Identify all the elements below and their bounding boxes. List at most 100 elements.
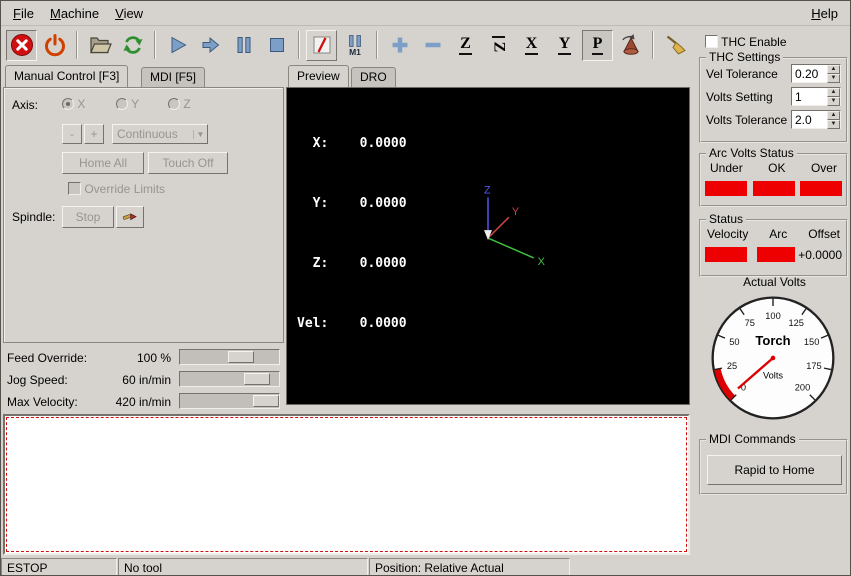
gauge-unit: Volts	[763, 370, 783, 380]
tab-preview[interactable]: Preview	[288, 65, 349, 87]
view-rotated-top-button[interactable]: Z	[483, 30, 514, 61]
spin-up-icon[interactable]: ▲	[827, 88, 840, 97]
toolbar-separator	[652, 31, 654, 59]
optional-stop-button[interactable]: M1	[339, 30, 370, 61]
ok-label: OK	[768, 161, 785, 175]
home-all-button[interactable]: Home All	[62, 152, 144, 174]
menu-view[interactable]: View	[107, 3, 151, 24]
reload-icon	[121, 33, 145, 57]
machine-power-button[interactable]	[39, 30, 70, 61]
zoom-out-button[interactable]	[417, 30, 448, 61]
gauge-title: Torch	[755, 333, 790, 348]
reload-button[interactable]	[117, 30, 148, 61]
jog-mode-value: Continuous	[113, 127, 193, 141]
open-file-button[interactable]	[84, 30, 115, 61]
spindle-label: Spindle:	[12, 210, 55, 224]
arc-volts-status-frame: Arc Volts Status Under OK Over	[699, 153, 848, 207]
view-side-icon: X	[525, 36, 539, 55]
application-window: File Machine View Help	[0, 0, 851, 576]
spin-down-icon[interactable]: ▼	[827, 74, 840, 83]
rotate-view-button[interactable]	[615, 30, 646, 61]
axis-y-glyph: Y	[512, 206, 520, 218]
stop-icon	[265, 33, 289, 57]
jog-speed-label: Jog Speed:	[7, 373, 68, 387]
gauge-tick-50: 50	[729, 337, 739, 347]
vel-tolerance-label: Vel Tolerance	[706, 67, 778, 81]
jog-speed-row: Jog Speed: 60 in/min	[3, 369, 284, 390]
run-button[interactable]	[162, 30, 193, 61]
rapid-to-home-button[interactable]: Rapid to Home	[707, 455, 842, 485]
spin-up-icon[interactable]: ▲	[827, 111, 840, 120]
jog-speed-slider[interactable]	[179, 371, 280, 387]
pause-button[interactable]	[228, 30, 259, 61]
program-text-area[interactable]	[3, 414, 690, 555]
spindle-stop-button[interactable]: Stop	[62, 206, 114, 228]
touch-off-button[interactable]: Touch Off	[148, 152, 228, 174]
volts-setting-spinbox[interactable]: 1 ▲▼	[791, 87, 841, 106]
open-file-icon	[88, 33, 112, 57]
clear-plot-broom-icon	[664, 33, 688, 57]
view-perspective-button[interactable]: P	[582, 30, 613, 61]
axis-y-label: Y	[131, 97, 139, 111]
jog-plus-button[interactable]: +	[84, 124, 104, 144]
step-icon	[199, 33, 223, 57]
clear-plot-button[interactable]	[660, 30, 691, 61]
feed-override-slider[interactable]	[179, 349, 280, 365]
zoom-in-icon	[388, 33, 412, 57]
menu-bar: File Machine View Help	[1, 1, 850, 26]
toolbar-separator	[298, 31, 300, 59]
step-button[interactable]	[195, 30, 226, 61]
view-side-button[interactable]: X	[516, 30, 547, 61]
jog-speed-thumb[interactable]	[244, 373, 270, 385]
view-top-button[interactable]: Z	[450, 30, 481, 61]
axis-x-glyph: X	[538, 256, 546, 268]
feed-override-label: Feed Override:	[7, 351, 87, 365]
max-velocity-label: Max Velocity:	[7, 395, 78, 409]
mdi-commands-title: MDI Commands	[706, 432, 799, 446]
tab-manual-control[interactable]: Manual Control [F3]	[5, 65, 128, 87]
zoom-in-button[interactable]	[384, 30, 415, 61]
max-velocity-thumb[interactable]	[253, 395, 279, 407]
gauge-tick-200: 200	[795, 382, 810, 392]
axis-radio-z[interactable]: Z	[168, 97, 191, 111]
menu-file[interactable]: File	[5, 3, 42, 24]
volts-tolerance-label: Volts Tolerance	[706, 113, 787, 127]
feed-override-thumb[interactable]	[228, 351, 254, 363]
gauge-tick-175: 175	[806, 361, 821, 371]
menu-machine[interactable]: Machine	[42, 3, 107, 24]
axis-radio-y[interactable]: Y	[116, 97, 139, 111]
spin-down-icon[interactable]: ▼	[827, 120, 840, 129]
view-front-button[interactable]: Y	[549, 30, 580, 61]
max-velocity-slider[interactable]	[179, 393, 280, 409]
jog-minus-button[interactable]: -	[62, 124, 82, 144]
override-limits-checkbox[interactable]: Override Limits	[68, 182, 165, 196]
statusbar-position-mode: Position: Relative Actual	[369, 558, 570, 576]
stop-button[interactable]	[261, 30, 292, 61]
manual-control-notebook: Manual Control [F3] MDI [F5] Axis: X Y Z…	[3, 65, 284, 343]
axis-radio-x[interactable]: X	[62, 97, 85, 111]
view-perspective-icon: P	[592, 36, 604, 55]
spindle-brush-button[interactable]	[116, 206, 144, 228]
rotate-view-icon	[619, 33, 643, 57]
preview-canvas[interactable]: X: 0.0000 Y: 0.0000 Z: 0.0000 Vel: 0.000…	[286, 87, 690, 405]
toolbar-separator	[154, 31, 156, 59]
tab-dro[interactable]: DRO	[351, 67, 396, 87]
axis-z-glyph: Z	[484, 184, 491, 196]
jog-mode-select[interactable]: Continuous ▼	[112, 124, 208, 144]
spin-down-icon[interactable]: ▼	[827, 97, 840, 106]
thc-enable-checkbox[interactable]: THC Enable	[705, 35, 787, 49]
view-top-icon: Z	[459, 36, 472, 55]
vel-tolerance-spinbox[interactable]: 0.20 ▲▼	[791, 64, 841, 83]
over-label: Over	[811, 161, 837, 175]
single-block-icon	[310, 33, 334, 57]
estop-button[interactable]	[6, 30, 37, 61]
toolbar-separator	[76, 31, 78, 59]
mdi-commands-frame: MDI Commands Rapid to Home	[699, 439, 848, 495]
single-block-button[interactable]	[306, 30, 337, 61]
volts-tolerance-spinbox[interactable]: 2.0 ▲▼	[791, 110, 841, 129]
vel-tolerance-value: 0.20	[792, 65, 827, 82]
menu-help[interactable]: Help	[803, 3, 846, 24]
machine-power-icon	[43, 33, 67, 57]
spin-up-icon[interactable]: ▲	[827, 65, 840, 74]
tab-mdi[interactable]: MDI [F5]	[141, 67, 205, 87]
